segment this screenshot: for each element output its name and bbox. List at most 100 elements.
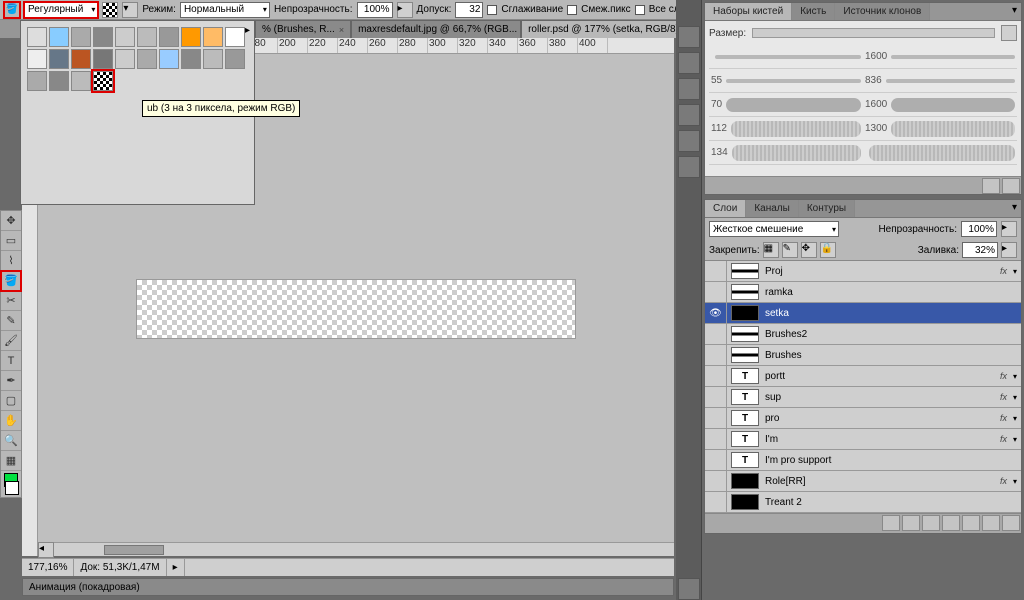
gradient-tool[interactable]: ▦: [1, 451, 21, 471]
popup-menu-button[interactable]: ▸: [245, 25, 250, 36]
tolerance-input[interactable]: 32: [455, 2, 483, 18]
pattern-swatch[interactable]: [159, 27, 179, 47]
visibility-toggle[interactable]: [705, 450, 727, 470]
tab-clone-source[interactable]: Источник клонов: [835, 3, 930, 20]
layer-row[interactable]: I'm pro support: [705, 450, 1021, 471]
tab-layers[interactable]: Слои: [705, 200, 746, 217]
pattern-swatch[interactable]: [115, 27, 135, 47]
dock-color-icon[interactable]: [678, 52, 700, 74]
layer-row[interactable]: I'mfx▾: [705, 429, 1021, 450]
brush-preset[interactable]: 1300: [863, 117, 1017, 141]
visibility-toggle[interactable]: [705, 492, 727, 512]
lasso-tool[interactable]: ⌇: [1, 251, 21, 271]
scroll-thumb[interactable]: [104, 545, 164, 555]
dock-history-icon[interactable]: [678, 156, 700, 178]
document-tab[interactable]: roller.psd @ 177% (setka, RGB/8) *×: [521, 20, 691, 38]
visibility-toggle[interactable]: [705, 408, 727, 428]
scroll-left-button[interactable]: ◂: [38, 542, 54, 558]
eyedropper-tool[interactable]: ✎: [1, 311, 21, 331]
brush-new-icon[interactable]: [982, 178, 1000, 194]
layer-row[interactable]: Brushes2: [705, 324, 1021, 345]
lock-pixels-icon[interactable]: ✎: [782, 242, 798, 258]
document-tab[interactable]: % (Brushes, R...×: [255, 20, 351, 38]
visibility-toggle[interactable]: [705, 387, 727, 407]
brush-toggle-icon[interactable]: [1001, 25, 1017, 41]
visibility-toggle[interactable]: [705, 471, 727, 491]
dock-character-icon[interactable]: [678, 578, 700, 600]
dock-styles-icon[interactable]: [678, 104, 700, 126]
visibility-toggle[interactable]: [705, 282, 727, 302]
link-layers-icon[interactable]: [882, 515, 900, 531]
animation-panel-tab[interactable]: Анимация (покадровая): [22, 578, 674, 596]
layer-thumbnail[interactable]: [731, 431, 759, 447]
pattern-swatch[interactable]: [225, 27, 245, 47]
chevron-down-icon[interactable]: ▾: [1009, 372, 1021, 381]
visibility-toggle[interactable]: [705, 345, 727, 365]
pattern-swatch[interactable]: [93, 71, 113, 91]
brush-preset[interactable]: 836: [863, 69, 1017, 93]
crop-tool[interactable]: ✂: [1, 291, 21, 311]
pattern-swatch[interactable]: [159, 49, 179, 69]
tab-brush-presets[interactable]: Наборы кистей: [705, 3, 792, 20]
layer-row[interactable]: profx▾: [705, 408, 1021, 429]
brush-preset[interactable]: [709, 45, 863, 69]
visibility-toggle[interactable]: [705, 261, 727, 281]
fill-input[interactable]: 32%: [962, 242, 998, 258]
pattern-swatch[interactable]: [71, 49, 91, 69]
pattern-swatch[interactable]: [27, 27, 47, 47]
move-tool[interactable]: ✥: [1, 211, 21, 231]
pattern-swatch[interactable]: [93, 49, 113, 69]
shape-tool[interactable]: ▢: [1, 391, 21, 411]
layer-thumbnail[interactable]: [731, 494, 759, 510]
layer-thumbnail[interactable]: [731, 410, 759, 426]
brush-tool[interactable]: 🖌: [1, 331, 21, 351]
layer-mask-icon[interactable]: [922, 515, 940, 531]
dock-swatches-icon[interactable]: [678, 78, 700, 100]
type-tool[interactable]: T: [1, 351, 21, 371]
pattern-swatch[interactable]: [203, 49, 223, 69]
background-color[interactable]: [5, 481, 19, 495]
scrollbar-horizontal[interactable]: ◂: [38, 542, 674, 556]
pattern-swatch[interactable]: [137, 27, 157, 47]
layer-thumbnail[interactable]: [731, 284, 759, 300]
all-layers-checkbox[interactable]: [635, 5, 645, 15]
pattern-swatch[interactable]: [71, 27, 91, 47]
bucket-tool-icon[interactable]: 🪣: [4, 2, 20, 18]
chevron-down-icon[interactable]: ▾: [1009, 414, 1021, 423]
layer-row[interactable]: supfx▾: [705, 387, 1021, 408]
lock-position-icon[interactable]: ✥: [801, 242, 817, 258]
tab-channels[interactable]: Каналы: [746, 200, 799, 217]
layer-row[interactable]: 👁setka: [705, 303, 1021, 324]
brush-preset[interactable]: 55: [709, 69, 863, 93]
layer-opacity-flyout[interactable]: ▸: [1001, 221, 1017, 237]
pattern-swatch[interactable]: [181, 49, 201, 69]
layer-row[interactable]: Treant 2: [705, 492, 1021, 513]
hand-tool[interactable]: ✋: [1, 411, 21, 431]
pattern-swatch[interactable]: [71, 71, 91, 91]
layer-thumbnail[interactable]: [731, 389, 759, 405]
visibility-toggle[interactable]: [705, 324, 727, 344]
lock-all-icon[interactable]: 🔒: [820, 242, 836, 258]
lock-transparent-icon[interactable]: ▦: [763, 242, 779, 258]
brush-preset[interactable]: 134: [709, 141, 863, 165]
zoom-level[interactable]: 177,16%: [22, 559, 74, 576]
pattern-swatch[interactable]: [115, 49, 135, 69]
brush-preset[interactable]: 70: [709, 93, 863, 117]
delete-layer-icon[interactable]: [1002, 515, 1020, 531]
blend-mode-combo[interactable]: Нормальный: [180, 2, 270, 18]
pattern-swatch[interactable]: [27, 71, 47, 91]
layer-opacity-input[interactable]: 100%: [961, 221, 997, 237]
chevron-down-icon[interactable]: ▾: [1009, 393, 1021, 402]
dock-adjustments-icon[interactable]: [678, 130, 700, 152]
layer-group-icon[interactable]: [962, 515, 980, 531]
visibility-toggle[interactable]: [705, 429, 727, 449]
contiguous-checkbox[interactable]: [567, 5, 577, 15]
pattern-swatch[interactable]: [225, 49, 245, 69]
pattern-swatch[interactable]: [27, 49, 47, 69]
new-layer-icon[interactable]: [982, 515, 1000, 531]
brush-preset[interactable]: 112: [709, 117, 863, 141]
close-icon[interactable]: ×: [339, 25, 344, 35]
pattern-type-combo[interactable]: Регулярный: [24, 2, 98, 18]
layer-thumbnail[interactable]: [731, 305, 759, 321]
visibility-toggle[interactable]: 👁: [705, 303, 727, 323]
